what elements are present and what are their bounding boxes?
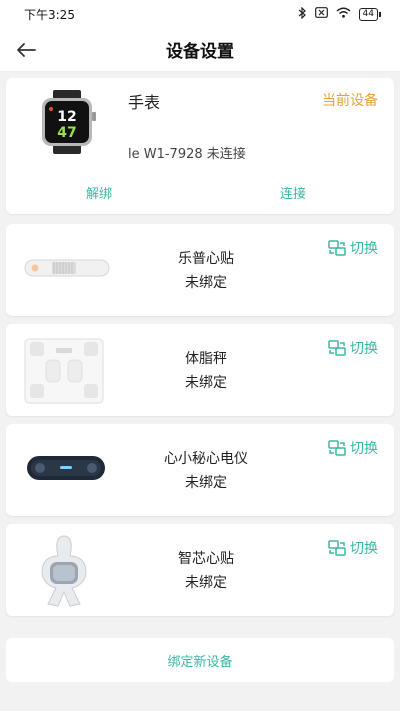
ecg-device-image bbox=[27, 456, 105, 480]
header: 设备设置 bbox=[0, 28, 400, 72]
switch-label: 切换 bbox=[350, 441, 378, 457]
current-device-badge: 当前设备 bbox=[322, 93, 378, 109]
device-status: 未绑定 bbox=[185, 375, 227, 391]
wifi-icon bbox=[336, 7, 351, 21]
page-title: 设备设置 bbox=[166, 42, 234, 62]
device-card-ecg-device[interactable]: 心小秘心电仪 未绑定 切换 bbox=[6, 424, 394, 516]
smartwatch-image: 12 47 bbox=[42, 90, 96, 154]
device-card-chip-patch[interactable]: 智芯心贴 未绑定 切换 bbox=[6, 524, 394, 616]
switch-button[interactable]: 切换 bbox=[328, 438, 378, 458]
status-bar: 下午3:25 44 bbox=[0, 0, 400, 28]
switch-icon bbox=[328, 540, 346, 556]
switch-button[interactable]: 切换 bbox=[328, 538, 378, 558]
bind-new-device-button[interactable]: 绑定新设备 bbox=[6, 638, 394, 682]
bluetooth-icon bbox=[298, 6, 307, 22]
switch-label: 切换 bbox=[350, 341, 378, 357]
current-device-name: 手表 bbox=[128, 93, 161, 112]
device-name: 乐普心贴 bbox=[178, 251, 234, 267]
status-time: 下午3:25 bbox=[24, 7, 75, 22]
device-name: 智芯心贴 bbox=[178, 551, 234, 567]
switch-icon bbox=[328, 340, 346, 356]
chip-patch-image bbox=[41, 535, 87, 607]
current-device-id: le W1-7928 未连接 bbox=[128, 147, 246, 162]
patch-strip-image bbox=[24, 259, 110, 277]
device-name: 心小秘心电仪 bbox=[164, 451, 248, 467]
device-name: 体脂秤 bbox=[185, 351, 227, 367]
back-button[interactable] bbox=[10, 34, 42, 66]
device-status: 未绑定 bbox=[185, 275, 227, 291]
switch-label: 切换 bbox=[350, 241, 378, 257]
switch-button[interactable]: 切换 bbox=[328, 338, 378, 358]
watch-time-bottom: 47 bbox=[57, 125, 76, 141]
switch-icon bbox=[328, 240, 346, 256]
body-fat-scale-image bbox=[24, 338, 104, 404]
unbind-button[interactable]: 解绑 bbox=[86, 183, 112, 202]
arrow-left-icon bbox=[17, 43, 36, 57]
current-device-card: 12 47 手表 当前设备 le W1-7928 未连接 解绑 连接 bbox=[6, 78, 394, 214]
device-status: 未绑定 bbox=[185, 575, 227, 591]
device-card-body-fat-scale[interactable]: 体脂秤 未绑定 切换 bbox=[6, 324, 394, 416]
switch-icon bbox=[328, 440, 346, 456]
connect-button[interactable]: 连接 bbox=[280, 183, 306, 202]
status-icons: 44 bbox=[298, 6, 382, 22]
device-status: 未绑定 bbox=[185, 475, 227, 491]
watch-time-top: 12 bbox=[57, 109, 76, 125]
switch-label: 切换 bbox=[350, 541, 378, 557]
battery-icon: 44 bbox=[358, 7, 382, 21]
no-sim-icon bbox=[314, 7, 328, 21]
device-card-lepu-patch[interactable]: 乐普心贴 未绑定 切换 bbox=[6, 224, 394, 316]
switch-button[interactable]: 切换 bbox=[328, 238, 378, 258]
